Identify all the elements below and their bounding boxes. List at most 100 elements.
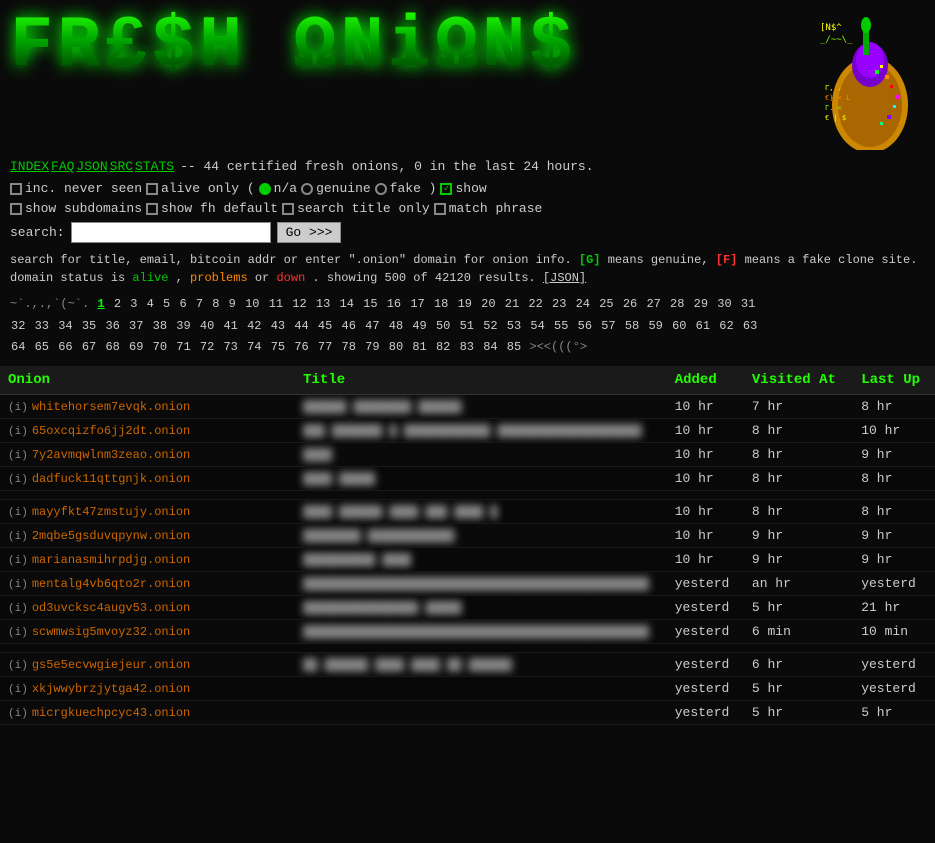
page-30[interactable]: 30 bbox=[717, 297, 731, 311]
page-3[interactable]: 3 bbox=[130, 297, 137, 311]
page-72[interactable]: 72 bbox=[200, 340, 214, 354]
page-25[interactable]: 25 bbox=[599, 297, 613, 311]
info-icon[interactable]: (i) bbox=[8, 684, 28, 696]
page-61[interactable]: 61 bbox=[696, 319, 710, 333]
page-24[interactable]: 24 bbox=[576, 297, 590, 311]
page-42[interactable]: 42 bbox=[247, 319, 261, 333]
radio-na[interactable] bbox=[259, 183, 271, 195]
search-button[interactable]: Go >>> bbox=[277, 222, 342, 243]
page-5[interactable]: 5 bbox=[163, 297, 170, 311]
page-34[interactable]: 34 bbox=[58, 319, 72, 333]
page-63[interactable]: 63 bbox=[743, 319, 757, 333]
info-icon[interactable]: (i) bbox=[8, 555, 28, 567]
page-16[interactable]: 16 bbox=[387, 297, 401, 311]
info-icon[interactable]: (i) bbox=[8, 507, 28, 519]
page-44[interactable]: 44 bbox=[294, 319, 308, 333]
onion-link[interactable]: xkjwwybrzjytga42.onion bbox=[32, 682, 190, 696]
alive-only-checkbox[interactable] bbox=[146, 183, 158, 195]
page-47[interactable]: 47 bbox=[365, 319, 379, 333]
onion-link[interactable]: 7y2avmqwlnm3zeao.onion bbox=[32, 448, 190, 462]
info-icon[interactable]: (i) bbox=[8, 402, 28, 414]
info-icon[interactable]: (i) bbox=[8, 660, 28, 672]
page-33[interactable]: 33 bbox=[35, 319, 49, 333]
page-69[interactable]: 69 bbox=[129, 340, 143, 354]
nav-src[interactable]: SRC bbox=[110, 159, 133, 174]
onion-link[interactable]: scwmwsig5mvoyz32.onion bbox=[32, 625, 190, 639]
page-19[interactable]: 19 bbox=[458, 297, 472, 311]
nav-stats[interactable]: STATS bbox=[135, 159, 174, 174]
onion-link[interactable]: marianasmihrpdjg.onion bbox=[32, 553, 190, 567]
page-73[interactable]: 73 bbox=[223, 340, 237, 354]
page-56[interactable]: 56 bbox=[578, 319, 592, 333]
page-80[interactable]: 80 bbox=[389, 340, 403, 354]
inc-never-seen-checkbox[interactable] bbox=[10, 183, 22, 195]
info-icon[interactable]: (i) bbox=[8, 450, 28, 462]
page-23[interactable]: 23 bbox=[552, 297, 566, 311]
info-icon[interactable]: (i) bbox=[8, 708, 28, 720]
info-icon[interactable]: (i) bbox=[8, 474, 28, 486]
page-9[interactable]: 9 bbox=[229, 297, 236, 311]
page-2[interactable]: 2 bbox=[114, 297, 121, 311]
page-13[interactable]: 13 bbox=[316, 297, 330, 311]
page-38[interactable]: 38 bbox=[153, 319, 167, 333]
page-83[interactable]: 83 bbox=[460, 340, 474, 354]
search-title-only-checkbox[interactable] bbox=[282, 203, 294, 215]
info-icon[interactable]: (i) bbox=[8, 426, 28, 438]
page-21[interactable]: 21 bbox=[505, 297, 519, 311]
page-17[interactable]: 17 bbox=[410, 297, 424, 311]
page-76[interactable]: 76 bbox=[294, 340, 308, 354]
page-1[interactable]: 1 bbox=[97, 297, 104, 311]
page-32[interactable]: 32 bbox=[11, 319, 25, 333]
info-icon[interactable]: (i) bbox=[8, 603, 28, 615]
page-35[interactable]: 35 bbox=[82, 319, 96, 333]
page-10[interactable]: 10 bbox=[245, 297, 259, 311]
page-7[interactable]: 7 bbox=[196, 297, 203, 311]
page-71[interactable]: 71 bbox=[176, 340, 190, 354]
onion-link[interactable]: mentalg4vb6qto2r.onion bbox=[32, 577, 190, 591]
page-77[interactable]: 77 bbox=[318, 340, 332, 354]
page-28[interactable]: 28 bbox=[670, 297, 684, 311]
info-icon[interactable]: (i) bbox=[8, 579, 28, 591]
page-66[interactable]: 66 bbox=[58, 340, 72, 354]
page-84[interactable]: 84 bbox=[483, 340, 497, 354]
page-26[interactable]: 26 bbox=[623, 297, 637, 311]
page-70[interactable]: 70 bbox=[153, 340, 167, 354]
nav-index[interactable]: INDEX bbox=[10, 159, 49, 174]
page-75[interactable]: 75 bbox=[271, 340, 285, 354]
page-14[interactable]: 14 bbox=[340, 297, 354, 311]
match-phrase-checkbox[interactable] bbox=[434, 203, 446, 215]
page-81[interactable]: 81 bbox=[412, 340, 426, 354]
page-55[interactable]: 55 bbox=[554, 319, 568, 333]
page-52[interactable]: 52 bbox=[483, 319, 497, 333]
nav-json[interactable]: JSON bbox=[76, 159, 107, 174]
page-29[interactable]: 29 bbox=[694, 297, 708, 311]
page-22[interactable]: 22 bbox=[528, 297, 542, 311]
page-27[interactable]: 27 bbox=[646, 297, 660, 311]
page-41[interactable]: 41 bbox=[223, 319, 237, 333]
page-11[interactable]: 11 bbox=[269, 297, 283, 311]
page-68[interactable]: 68 bbox=[105, 340, 119, 354]
page-79[interactable]: 79 bbox=[365, 340, 379, 354]
page-48[interactable]: 48 bbox=[389, 319, 403, 333]
page-8[interactable]: 8 bbox=[212, 297, 219, 311]
onion-link[interactable]: gs5e5ecvwgiejeur.onion bbox=[32, 658, 190, 672]
page-59[interactable]: 59 bbox=[648, 319, 662, 333]
search-input[interactable] bbox=[71, 222, 271, 243]
page-15[interactable]: 15 bbox=[363, 297, 377, 311]
page-20[interactable]: 20 bbox=[481, 297, 495, 311]
page-46[interactable]: 46 bbox=[342, 319, 356, 333]
page-60[interactable]: 60 bbox=[672, 319, 686, 333]
page-67[interactable]: 67 bbox=[82, 340, 96, 354]
nav-faq[interactable]: FAQ bbox=[51, 159, 74, 174]
page-40[interactable]: 40 bbox=[200, 319, 214, 333]
onion-link[interactable]: 2mqbe5gsduvqpynw.onion bbox=[32, 529, 190, 543]
page-78[interactable]: 78 bbox=[342, 340, 356, 354]
radio-genuine[interactable] bbox=[301, 183, 313, 195]
page-31[interactable]: 31 bbox=[741, 297, 755, 311]
onion-link[interactable]: od3uvcksc4augv53.onion bbox=[32, 601, 190, 615]
page-51[interactable]: 51 bbox=[460, 319, 474, 333]
page-74[interactable]: 74 bbox=[247, 340, 261, 354]
page-65[interactable]: 65 bbox=[35, 340, 49, 354]
info-icon[interactable]: (i) bbox=[8, 531, 28, 543]
page-6[interactable]: 6 bbox=[179, 297, 186, 311]
